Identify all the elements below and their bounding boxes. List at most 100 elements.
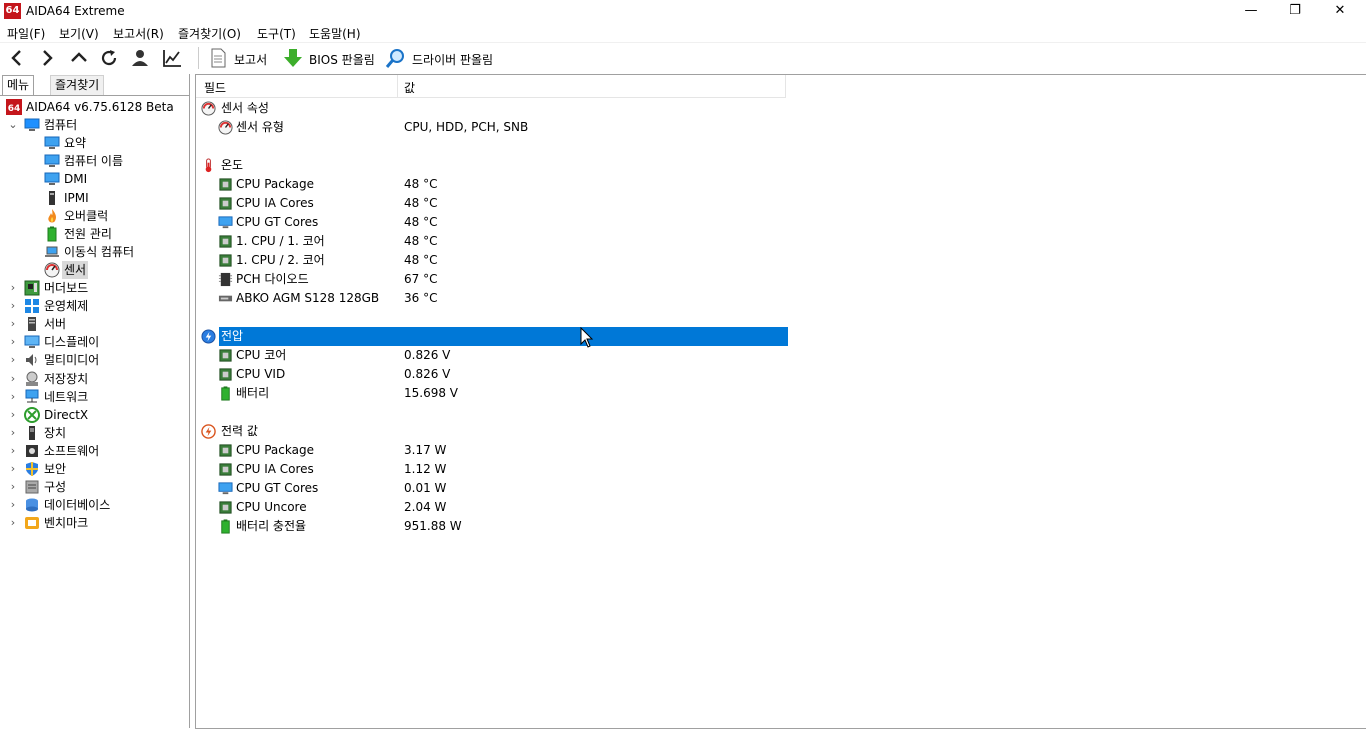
refresh-icon[interactable]	[98, 47, 120, 69]
sensor-row[interactable]: 1. CPU / 1. 코어 48 °C	[216, 232, 781, 251]
tree-item[interactable]: ⌄ 컴퓨터	[0, 116, 188, 134]
back-icon[interactable]	[6, 47, 28, 69]
expand-icon[interactable]: ›	[8, 514, 18, 532]
chip-icon	[219, 463, 232, 476]
user-icon[interactable]	[130, 47, 152, 69]
sensor-row[interactable]: CPU Package 3.17 W	[216, 441, 781, 460]
column-value[interactable]: 값	[404, 79, 415, 96]
sensor-row[interactable]: 배터리 충전율 951.88 W	[216, 517, 781, 536]
tree-item[interactable]: › 소프트웨어	[0, 442, 188, 460]
expand-icon[interactable]: ›	[8, 388, 18, 406]
tree-item[interactable]: › 멀티미디어	[0, 351, 188, 369]
sensor-value: 1.12 W	[404, 462, 447, 476]
collapse-icon[interactable]: ⌄	[8, 116, 18, 134]
report-button[interactable]: 보고서	[234, 51, 267, 68]
sensor-row[interactable]: 1. CPU / 2. 코어 48 °C	[216, 251, 781, 270]
sensor-row[interactable]: 배터리 15.698 V	[216, 384, 781, 403]
sensor-value: 48 °C	[404, 215, 438, 229]
tree-item[interactable]: 이동식 컴퓨터	[0, 243, 188, 261]
expand-icon[interactable]: ›	[8, 442, 18, 460]
tree-item[interactable]: › 장치	[0, 424, 188, 442]
up-icon[interactable]	[68, 47, 90, 69]
tree-item[interactable]: IPMI	[0, 189, 188, 207]
menu-help[interactable]: 도움말(H)	[309, 25, 361, 42]
tree-item[interactable]: 컴퓨터 이름	[0, 152, 188, 170]
expand-icon[interactable]: ›	[8, 424, 18, 442]
expand-icon[interactable]: ›	[8, 478, 18, 496]
minimize-button[interactable]: —	[1228, 0, 1274, 22]
maximize-button[interactable]: ❐	[1272, 0, 1318, 22]
expand-icon[interactable]: ›	[8, 315, 18, 333]
tree-item[interactable]: 센서	[0, 260, 188, 279]
bios-update-icon[interactable]	[282, 47, 304, 69]
sensor-row[interactable]: CPU IA Cores 1.12 W	[216, 460, 781, 479]
tree-item[interactable]: 64 AIDA64 v6.75.6128 Beta	[0, 98, 188, 116]
chart-icon[interactable]	[161, 47, 183, 69]
menu-report[interactable]: 보고서(R)	[113, 25, 164, 42]
tree-item[interactable]: 요약	[0, 134, 188, 152]
forward-icon[interactable]	[36, 47, 58, 69]
tree-item[interactable]: › 서버	[0, 315, 188, 333]
sensor-row[interactable]: PCH 다이오드 67 °C	[216, 270, 781, 289]
column-divider[interactable]	[397, 75, 398, 97]
menu-tools[interactable]: 도구(T)	[257, 25, 296, 42]
menu-favorites[interactable]: 즐겨찾기(O)	[178, 25, 241, 42]
tree-item-label: 멀티미디어	[44, 353, 100, 368]
tower-icon	[49, 190, 55, 205]
menu-view[interactable]: 보기(V)	[59, 25, 99, 42]
sensor-row[interactable]: CPU IA Cores 48 °C	[216, 194, 781, 213]
sensor-group[interactable]: 센서 속성	[201, 99, 786, 118]
tree-item[interactable]: › 운영체제	[0, 297, 188, 315]
tree-item[interactable]: › 디스플레이	[0, 333, 188, 351]
database-icon	[26, 498, 38, 512]
sensor-row[interactable]: CPU Uncore 2.04 W	[216, 498, 781, 517]
sensor-row[interactable]: CPU GT Cores 0.01 W	[216, 479, 781, 498]
sensor-group[interactable]: 온도	[201, 156, 786, 175]
expand-icon[interactable]: ›	[8, 279, 18, 297]
tree-item[interactable]: › 네트워크	[0, 388, 188, 406]
close-button[interactable]: ✕	[1317, 0, 1363, 22]
tree-item-label: 이동식 컴퓨터	[64, 244, 135, 259]
driver-search-icon[interactable]	[385, 47, 407, 69]
sensor-field: CPU 코어	[236, 348, 287, 362]
tree-item[interactable]: › 벤치마크	[0, 514, 188, 532]
tree-item[interactable]: › 데이터베이스	[0, 496, 188, 514]
battery-icon	[221, 386, 230, 401]
expand-icon[interactable]: ›	[8, 460, 18, 478]
sensor-group[interactable]: 전력 값	[201, 422, 786, 441]
column-divider[interactable]	[785, 75, 786, 97]
tree-item[interactable]: › 구성	[0, 478, 188, 496]
sensor-group[interactable]: 전압	[201, 327, 788, 346]
sensor-row[interactable]: CPU GT Cores 48 °C	[216, 213, 781, 232]
sensor-field: 배터리 충전율	[236, 519, 307, 533]
tab-menu[interactable]: 메뉴	[2, 75, 35, 95]
tree-item[interactable]: › 보안	[0, 460, 188, 478]
bios-update-button[interactable]: BIOS 판올림	[309, 51, 375, 68]
sensor-row[interactable]: 센서 유형 CPU, HDD, PCH, SNB	[216, 118, 781, 137]
sensor-row[interactable]: CPU VID 0.826 V	[216, 365, 781, 384]
tab-favorites[interactable]: 즐겨찾기	[50, 75, 105, 95]
expand-icon[interactable]: ›	[8, 496, 18, 514]
expand-icon[interactable]: ›	[8, 351, 18, 369]
tree-item-label: 센서	[62, 260, 89, 279]
column-field[interactable]: 필드	[204, 79, 226, 96]
sensor-row[interactable]: CPU 코어 0.826 V	[216, 346, 781, 365]
tree-item[interactable]: › DirectX	[0, 406, 188, 424]
expand-icon[interactable]: ›	[8, 297, 18, 315]
sensor-field: 1. CPU / 2. 코어	[236, 253, 325, 267]
tree-item[interactable]: DMI	[0, 170, 188, 188]
expand-icon[interactable]: ›	[8, 406, 18, 424]
tree-item[interactable]: › 저장장치	[0, 370, 188, 388]
tree-item-label: 컴퓨터	[44, 118, 78, 133]
expand-icon[interactable]: ›	[8, 333, 18, 351]
tree-item[interactable]: 전원 관리	[0, 225, 188, 243]
sensor-row[interactable]: ABKO AGM S128 128GB 36 °C	[216, 289, 781, 308]
report-icon[interactable]	[207, 47, 229, 69]
tree-item[interactable]: › 머더보드	[0, 279, 188, 297]
tree-item[interactable]: 오버클럭	[0, 207, 188, 225]
menu-file[interactable]: 파일(F)	[7, 25, 45, 42]
battery-icon	[47, 226, 57, 242]
sensor-row[interactable]: CPU Package 48 °C	[216, 175, 781, 194]
driver-update-button[interactable]: 드라이버 판올림	[412, 51, 493, 68]
expand-icon[interactable]: ›	[8, 370, 18, 388]
